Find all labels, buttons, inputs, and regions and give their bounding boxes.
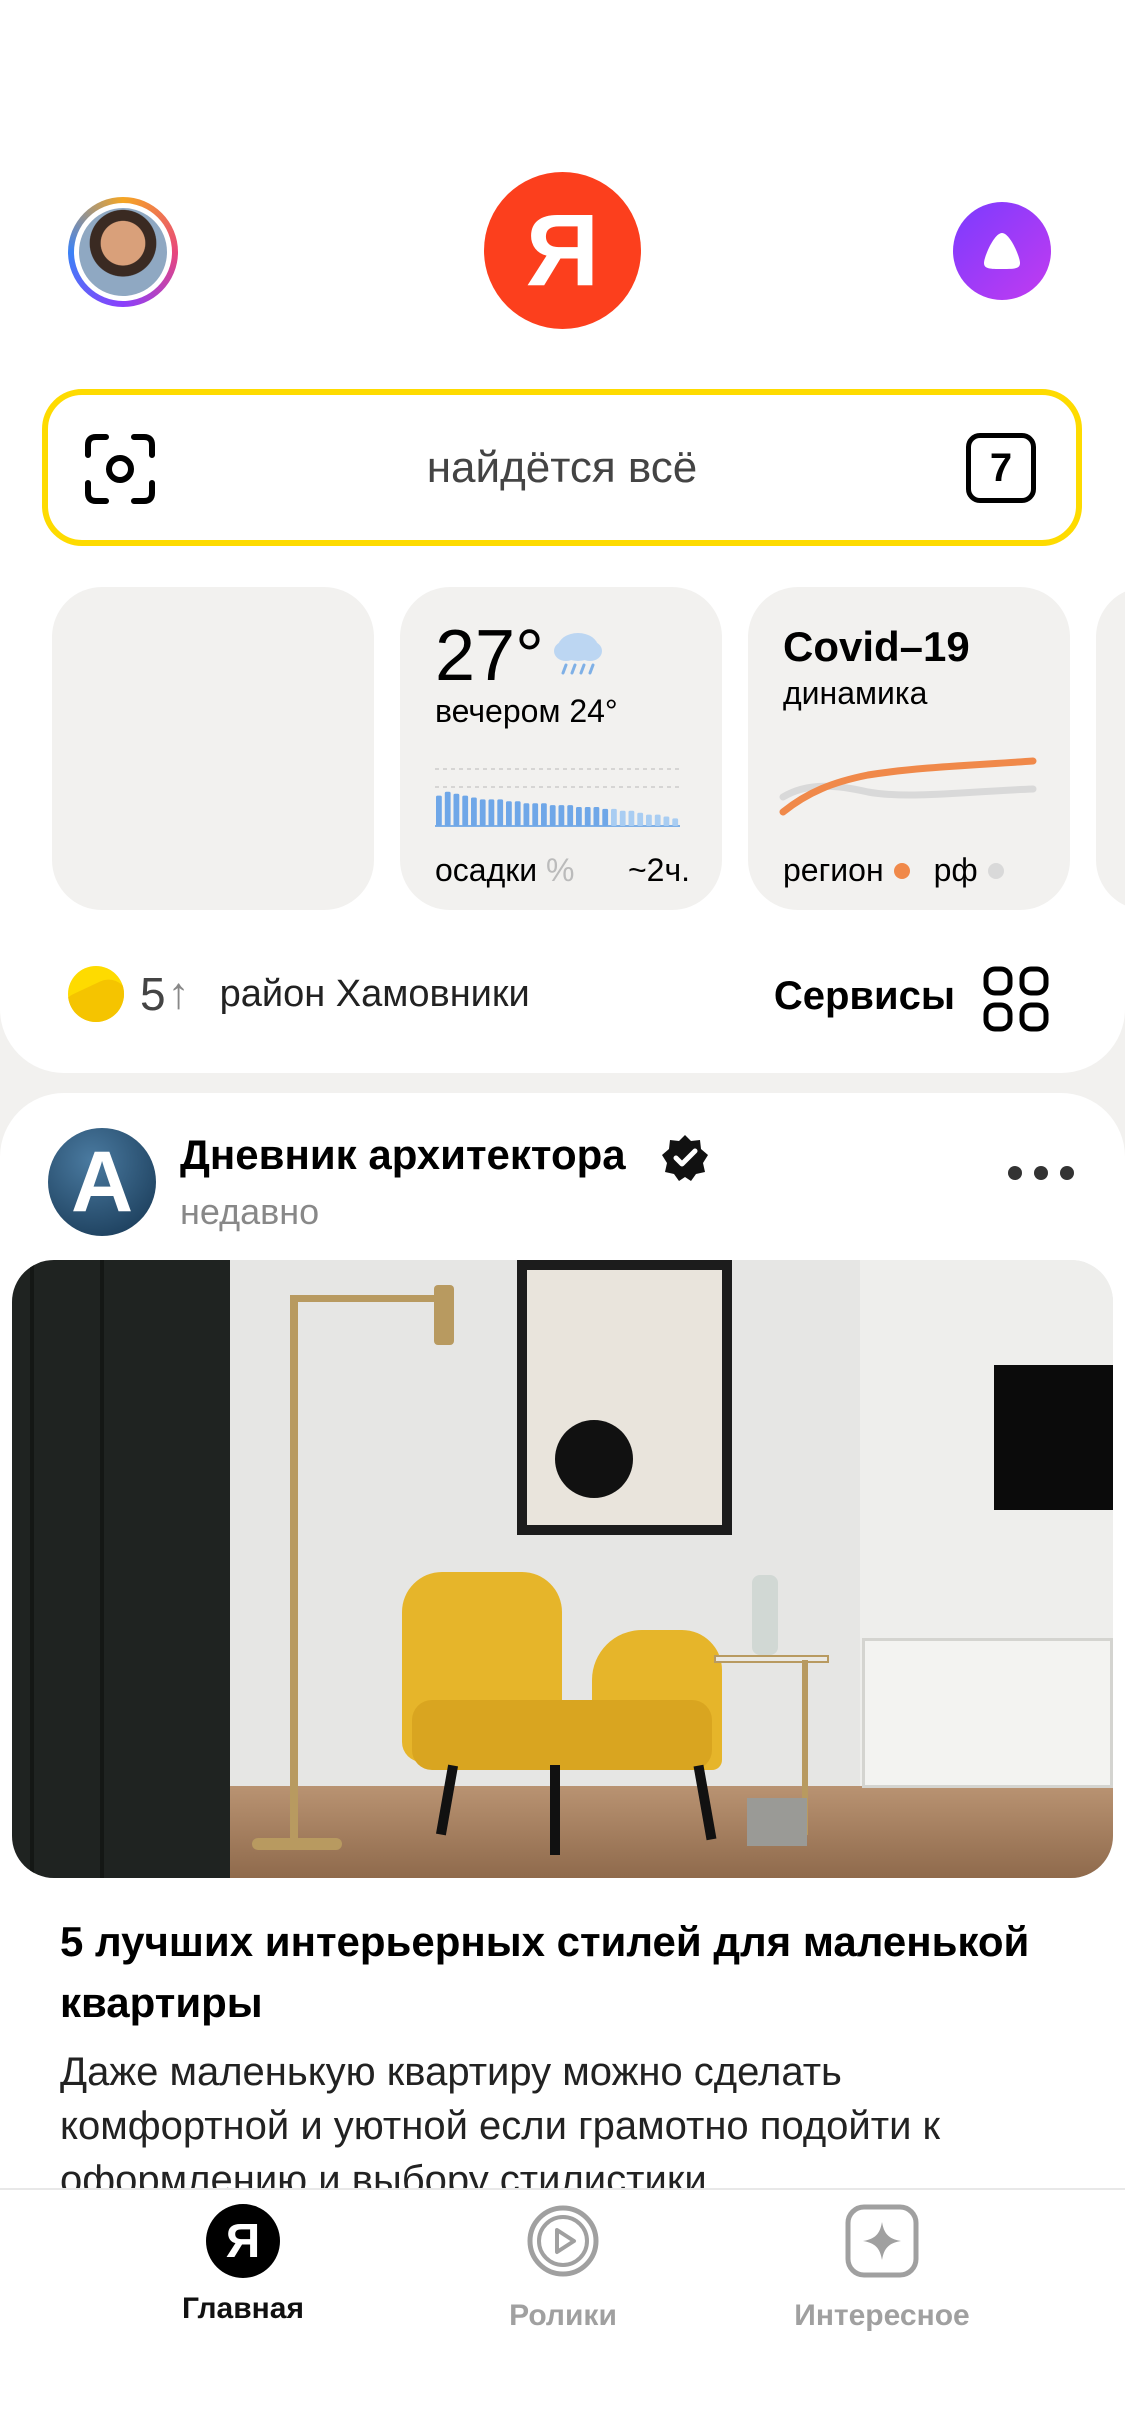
avatar-photo <box>79 208 167 296</box>
top-panel: Я найдётся всё 7 27° вечером 24° осадки … <box>0 0 1125 1073</box>
services-button[interactable]: Сервисы <box>774 974 955 1019</box>
precip-bar <box>584 807 591 826</box>
tab-home-label: Главная <box>181 2292 304 2325</box>
channel-avatar[interactable]: A <box>48 1128 156 1236</box>
rain-cloud-icon <box>554 633 602 675</box>
photo-vase <box>752 1575 778 1655</box>
search-bar[interactable]: найдётся всё 7 <box>42 389 1082 546</box>
precip-bar <box>567 805 574 826</box>
precip-bar <box>506 801 512 826</box>
precip-bar <box>488 799 495 826</box>
search-placeholder[interactable]: найдётся всё <box>48 395 1076 540</box>
photo-side-table <box>714 1655 829 1663</box>
bottom-tab-bar: Я Главная Ролики Интересное <box>0 2188 1125 2436</box>
precip-bar <box>453 793 460 826</box>
channel-name[interactable]: Дневник архитектора <box>180 1131 626 1179</box>
uv-arrow-icon: ↑ <box>167 969 190 1018</box>
photo-dark-wardrobe <box>12 1260 230 1878</box>
tab-interest[interactable]: Интересное <box>762 2202 1002 2333</box>
tab-home[interactable]: Я Главная <box>123 2202 363 2326</box>
precip-bar <box>541 803 547 826</box>
covid-trend-chart <box>779 757 1037 816</box>
precip-bar <box>654 814 661 826</box>
legend-rf-dot <box>987 862 1004 879</box>
status-row[interactable]: 5 ↑ район Хамовники <box>68 966 530 1022</box>
precip-bar <box>444 791 451 826</box>
user-avatar[interactable] <box>68 197 178 307</box>
legend-region-dot <box>893 862 910 879</box>
photo-cabinet <box>862 1638 1113 1788</box>
uv-index-value: 5 <box>140 968 166 1020</box>
precip-bar <box>576 807 582 826</box>
services-grid-icon[interactable] <box>983 966 1049 1032</box>
precip-bar <box>479 799 486 826</box>
photo-floor-lamp <box>290 1295 298 1840</box>
precip-bar <box>619 810 626 826</box>
article-description[interactable]: Даже маленькую квартиру можно сделать ко… <box>60 2045 1070 2207</box>
precip-bar <box>646 814 652 826</box>
precip-bar <box>497 799 504 826</box>
covid-title: Covid–19 <box>783 623 970 670</box>
tab-reels-label: Ролики <box>509 2299 617 2332</box>
precip-bar <box>462 795 469 826</box>
play-circle-icon <box>527 2205 599 2277</box>
weather-widget[interactable]: 27° вечером 24° осадки % ~2ч. <box>400 587 722 910</box>
precipitation-percent: % <box>546 852 575 888</box>
uv-index-icon <box>68 966 124 1022</box>
covid-legend: регион рф <box>783 852 1004 889</box>
district-label: район Хамовники <box>219 972 530 1015</box>
covid-subtitle: динамика <box>783 675 928 711</box>
covid-widget[interactable]: Covid–19 динамика регион рф <box>748 587 1070 910</box>
photo-wooden-floor <box>230 1786 1113 1878</box>
precipitation-text: осадки <box>435 852 538 888</box>
tab-reels[interactable]: Ролики <box>443 2202 683 2333</box>
precip-bar <box>523 803 530 826</box>
post-image[interactable] <box>12 1260 1113 1878</box>
precip-bar <box>602 808 609 826</box>
precip-bar <box>471 797 477 826</box>
precip-bar <box>628 810 635 826</box>
verified-badge-icon <box>662 1135 708 1181</box>
precip-bar <box>514 801 521 826</box>
weather-temperature: 27° <box>435 616 544 696</box>
precip-bar <box>593 807 600 826</box>
widget-next-card[interactable] <box>1096 587 1125 910</box>
precipitation-label: осадки % <box>435 852 574 889</box>
region-trend-line <box>779 757 1037 816</box>
precip-bar <box>532 803 539 826</box>
home-yandex-icon: Я <box>206 2204 280 2278</box>
widgets-row: 27° вечером 24° осадки % ~2ч. Covid–19 д… <box>0 587 1125 912</box>
legend-region-label: регион <box>783 852 884 888</box>
precipitation-time: ~2ч. <box>627 852 690 888</box>
precip-bar <box>611 808 617 826</box>
legend-rf-label: рф <box>933 852 978 888</box>
tab-interest-label: Интересное <box>794 2299 970 2332</box>
sparkle-icon <box>845 2204 919 2278</box>
alice-icon[interactable] <box>953 202 1051 300</box>
precipitation-chart <box>435 768 680 827</box>
weather-evening: вечером 24° <box>435 693 618 729</box>
photo-stone-cube <box>747 1798 807 1846</box>
widget-empty-card[interactable] <box>52 587 374 910</box>
post-time: недавно <box>180 1191 320 1232</box>
precip-bar <box>672 818 679 826</box>
article-title[interactable]: 5 лучших интерьерных стилей для маленько… <box>60 1911 1070 2033</box>
photo-wall-art <box>517 1260 732 1535</box>
precip-bar <box>436 795 442 826</box>
more-options-icon[interactable] <box>1007 1163 1075 1183</box>
precip-bar <box>637 812 644 826</box>
photo-tv <box>994 1365 1113 1510</box>
tabs-count-badge[interactable]: 7 <box>966 433 1036 503</box>
yandex-logo[interactable]: Я <box>484 172 641 329</box>
precip-bar <box>558 805 565 826</box>
precip-bar <box>549 805 556 826</box>
alice-glyph <box>984 233 1020 269</box>
precip-bar <box>663 816 670 826</box>
